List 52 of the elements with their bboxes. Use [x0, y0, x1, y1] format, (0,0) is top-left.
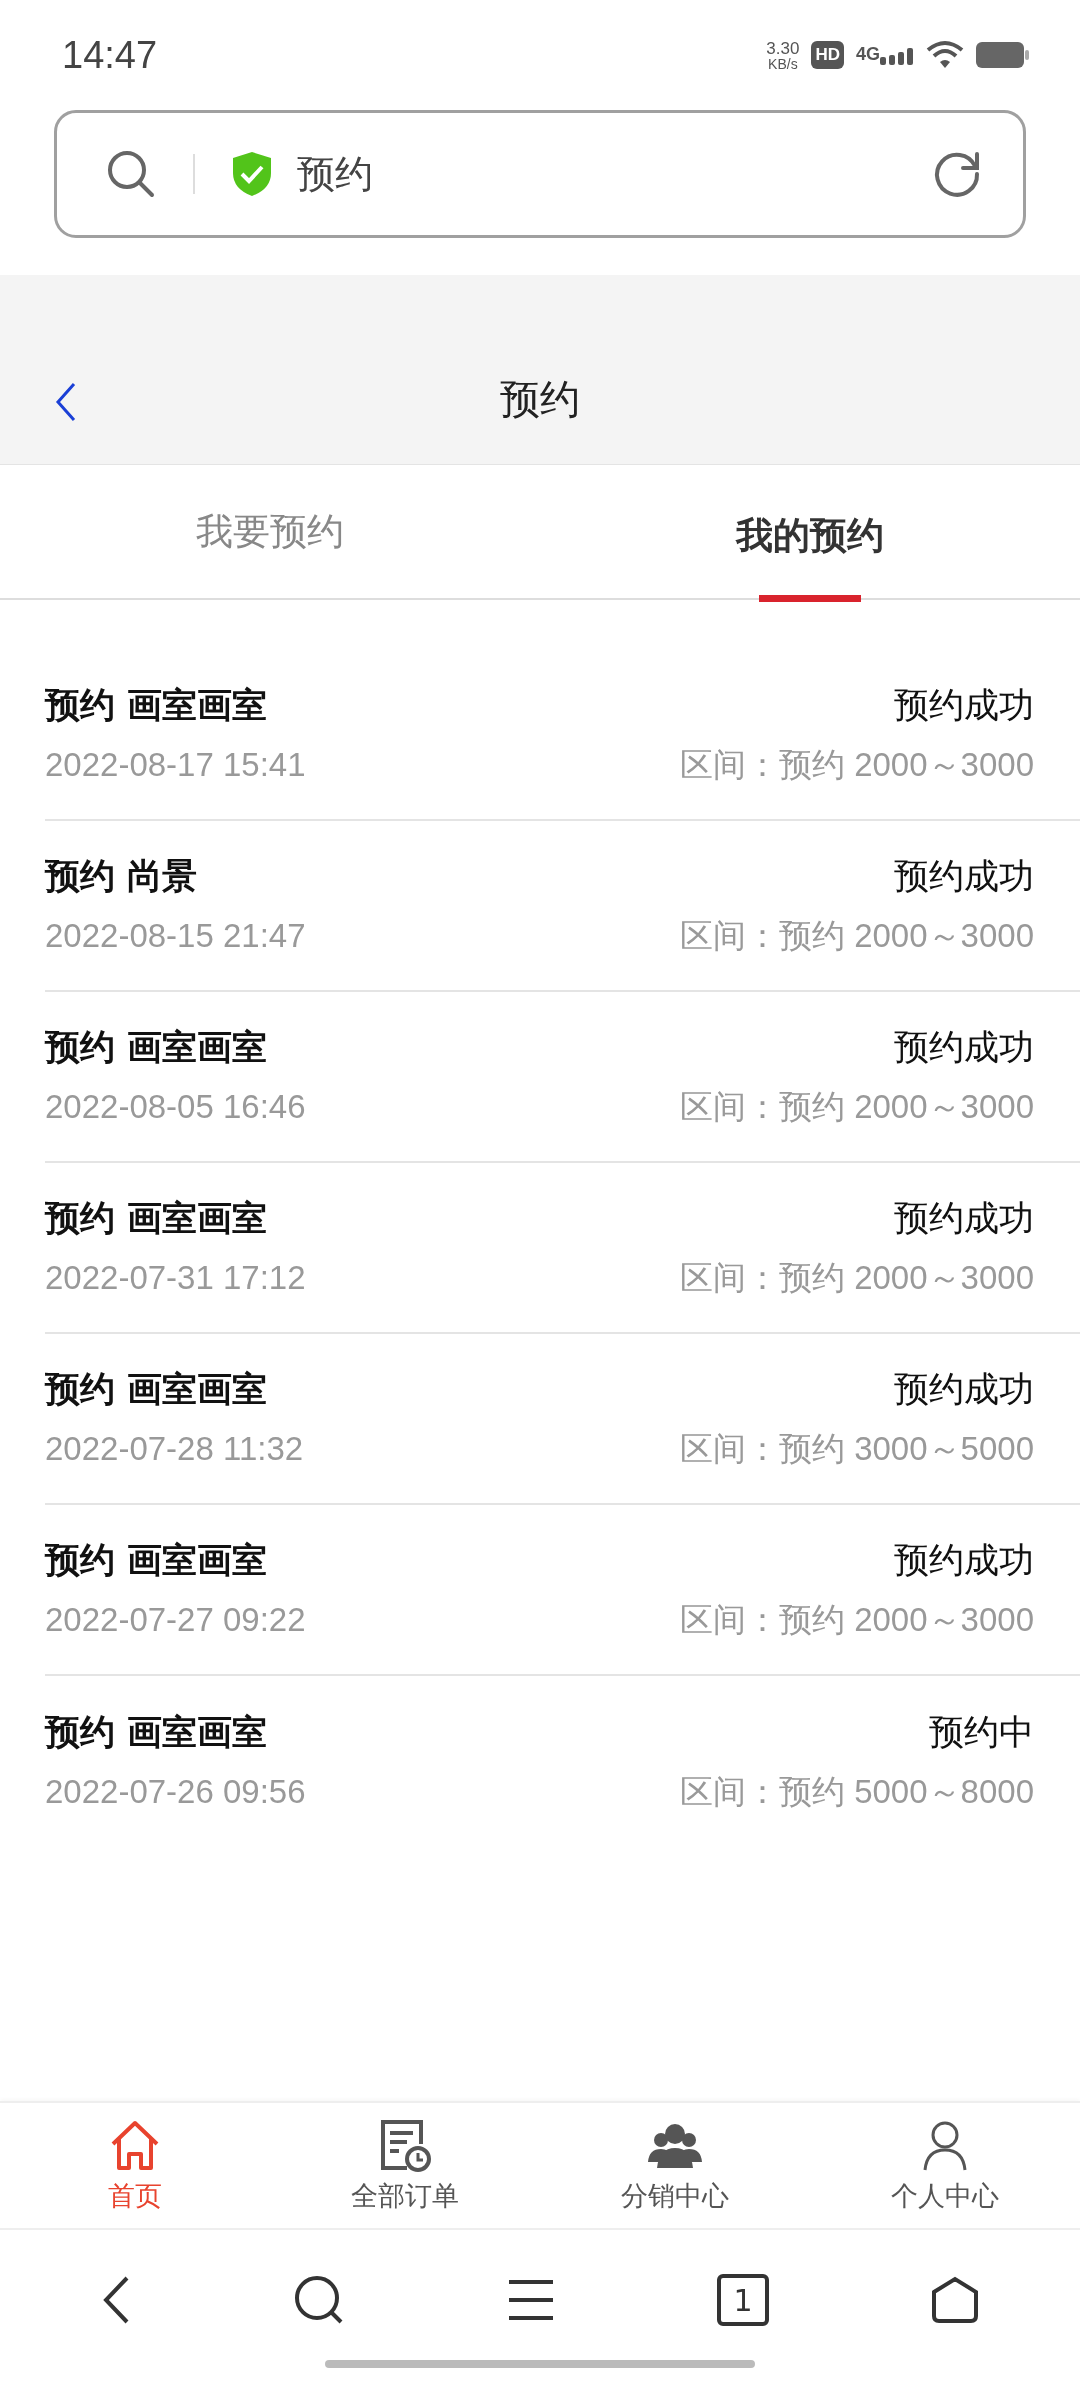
status-time: 14:47: [62, 33, 158, 77]
reservation-time: 2022-07-31 17:12: [45, 1259, 306, 1297]
nav-item[interactable]: 全部订单: [270, 2103, 540, 2228]
address-bar[interactable]: 预约: [54, 110, 1026, 238]
reservation-title: 预约 画室画室: [45, 683, 268, 727]
menu-icon[interactable]: [507, 2279, 555, 2321]
back-icon[interactable]: [54, 382, 78, 422]
reservation-status: 预约成功: [894, 683, 1034, 727]
price-range: 区间：预约 2000～3000: [680, 1599, 1034, 1640]
reservation-title: 预约 画室画室: [45, 1367, 268, 1411]
reservation-title: 预约 画室画室: [45, 1196, 268, 1240]
wifi-icon: [926, 40, 964, 70]
reservation-time: 2022-08-17 15:41: [45, 746, 306, 784]
address-text: 预约: [297, 150, 373, 198]
shield-check-icon: [231, 151, 273, 197]
nav-item[interactable]: 首页: [0, 2103, 270, 2228]
reservation-status: 预约成功: [894, 1025, 1034, 1069]
reservation-time: 2022-08-05 16:46: [45, 1088, 306, 1126]
price-range: 区间：预约 3000～5000: [680, 1428, 1034, 1469]
reservation-title: 预约 画室画室: [45, 1025, 268, 1069]
reservation-title: 预约 画室画室: [45, 1538, 268, 1582]
reservation-title: 预约 画室画室: [45, 1710, 268, 1754]
hd-badge: HD: [811, 41, 844, 69]
search-icon[interactable]: [293, 2274, 345, 2326]
price-range: 区间：预约 2000～3000: [680, 915, 1034, 956]
network-type: 4G: [856, 43, 880, 65]
reservation-status: 预约成功: [894, 1196, 1034, 1240]
signal-icon: [880, 45, 914, 65]
reservation-time: 2022-07-28 11:32: [45, 1430, 304, 1468]
reservation-status: 预约成功: [894, 1367, 1034, 1411]
reservation-title: 预约 尚景: [45, 854, 198, 898]
battery-icon: [976, 41, 1030, 69]
reservation-status: 预约中: [929, 1710, 1034, 1754]
price-range: 区间：预约 2000～3000: [680, 1257, 1034, 1298]
price-range: 区间：预约 5000～8000: [680, 1771, 1034, 1812]
nav-item[interactable]: 个人中心: [810, 2103, 1080, 2228]
tab-count-button[interactable]: 1: [717, 2274, 769, 2326]
price-range: 区间：预约 2000～3000: [680, 1086, 1034, 1127]
tab[interactable]: 我要预约: [0, 465, 540, 598]
reservation-status: 预约成功: [894, 854, 1034, 898]
reservation-time: 2022-07-26 09:56: [45, 1773, 306, 1811]
home-icon[interactable]: [931, 2276, 979, 2324]
tab[interactable]: 我的预约: [540, 465, 1080, 600]
search-icon[interactable]: [105, 148, 157, 200]
reservation-time: 2022-08-15 21:47: [45, 917, 306, 955]
reservation-status: 预约成功: [894, 1538, 1034, 1582]
price-range: 区间：预约 2000～3000: [680, 744, 1034, 785]
page-title: 预约: [500, 375, 580, 424]
network-speed: 3.30 KB/s: [766, 39, 800, 71]
nav-item[interactable]: 分销中心: [540, 2103, 810, 2228]
back-icon[interactable]: [101, 2275, 131, 2325]
reservation-time: 2022-07-27 09:22: [45, 1601, 306, 1639]
